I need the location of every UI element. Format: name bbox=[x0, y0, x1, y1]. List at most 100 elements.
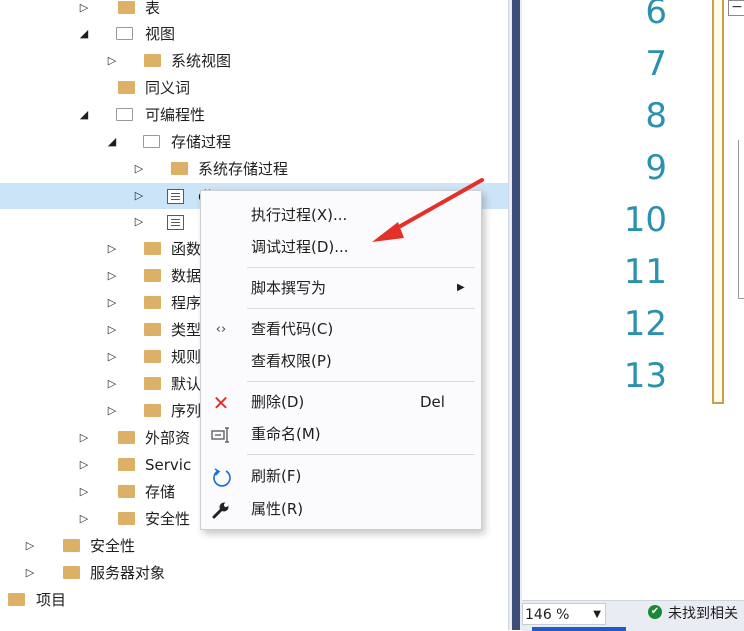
zoom-dropdown[interactable]: 146 % ▼ bbox=[522, 603, 606, 625]
tree-item-label: 视图 bbox=[145, 25, 176, 43]
tree-item-views[interactable]: ◢ 视图 bbox=[0, 21, 508, 47]
procedure-icon bbox=[167, 189, 184, 204]
expand-arrow-icon[interactable]: ▷ bbox=[78, 506, 90, 532]
expand-arrow-icon[interactable]: ▷ bbox=[78, 425, 90, 451]
folder-icon bbox=[118, 458, 135, 471]
collapse-arrow-icon[interactable]: ◢ bbox=[106, 129, 118, 155]
expand-arrow-icon[interactable]: ▷ bbox=[106, 236, 118, 262]
tree-item-system-stored-procedures[interactable]: ▷ 系统存储过程 bbox=[0, 156, 508, 182]
expand-arrow-icon[interactable]: ▷ bbox=[106, 290, 118, 316]
expand-arrow-icon[interactable]: ▷ bbox=[24, 533, 36, 559]
tree-item-stored-procedures[interactable]: ◢ 存储过程 bbox=[0, 129, 508, 155]
menu-item-execute-procedure[interactable]: 执行过程(X)... bbox=[201, 200, 481, 230]
expand-arrow-icon[interactable]: ▷ bbox=[133, 209, 145, 235]
tree-item-server-objects[interactable]: ▷ 服务器对象 bbox=[0, 560, 508, 586]
procedure-icon bbox=[167, 215, 184, 230]
folder-icon bbox=[144, 350, 161, 363]
menu-item-debug-procedure[interactable]: 调试过程(D)... bbox=[201, 232, 481, 262]
menu-separator bbox=[247, 454, 475, 455]
tree-item-programmability[interactable]: ◢ 可编程性 bbox=[0, 102, 508, 128]
menu-item-label: 刷新(F) bbox=[251, 467, 302, 485]
tree-item-synonyms[interactable]: 同义词 bbox=[0, 75, 508, 101]
tree-item-label: 项目 bbox=[36, 591, 67, 609]
tree-item-label: 规则 bbox=[171, 348, 202, 366]
expand-arrow-icon[interactable]: ▷ bbox=[106, 48, 118, 74]
tree-item-label: 默认 bbox=[171, 375, 202, 393]
line-number: 9 bbox=[645, 148, 667, 188]
tree-item-label: 类型 bbox=[171, 321, 202, 339]
tree-item-label: 可编程性 bbox=[145, 106, 206, 124]
tree-item-label: 存储 bbox=[145, 483, 176, 501]
tree-item-server-security[interactable]: ▷ 安全性 bbox=[0, 533, 508, 559]
menu-separator bbox=[247, 267, 475, 268]
menu-item-label: 脚本撰写为 bbox=[251, 279, 327, 297]
folder-open-icon bbox=[116, 27, 133, 40]
menu-item-shortcut: Del bbox=[420, 393, 445, 411]
delete-x-icon: ✕ bbox=[212, 391, 230, 415]
folder-icon bbox=[144, 269, 161, 282]
menu-item-label: 调试过程(D)... bbox=[251, 238, 349, 256]
tree-item-label: 同义词 bbox=[145, 79, 191, 97]
change-margin bbox=[712, 0, 724, 404]
menu-separator bbox=[247, 308, 475, 309]
folder-icon bbox=[8, 593, 25, 606]
tree-item-label: 数据 bbox=[171, 267, 202, 285]
refresh-icon bbox=[211, 467, 231, 487]
folder-icon bbox=[118, 431, 135, 444]
menu-item-label: 执行过程(X)... bbox=[251, 206, 348, 224]
menu-item-delete[interactable]: ✕ 删除(D) Del bbox=[201, 387, 481, 417]
context-menu: 执行过程(X)... 调试过程(D)... 脚本撰写为 ▶ ‹› 查看代码(C)… bbox=[200, 190, 482, 530]
tree-item-projects[interactable]: 项目 bbox=[0, 587, 508, 613]
line-number: 8 bbox=[645, 96, 667, 136]
tree-item-label: 程序 bbox=[171, 294, 202, 312]
expand-arrow-icon[interactable]: ▷ bbox=[24, 560, 36, 586]
expand-arrow-icon[interactable]: ▷ bbox=[106, 263, 118, 289]
expand-arrow-icon[interactable]: ▷ bbox=[133, 183, 145, 209]
code-editor[interactable]: 6 7 8 9 10 11 12 13 − bbox=[522, 0, 744, 600]
tree-item-label: 服务器对象 bbox=[90, 564, 166, 582]
zoom-underline bbox=[532, 627, 626, 631]
chevron-down-icon[interactable]: ▼ bbox=[593, 604, 601, 626]
folder-icon bbox=[63, 539, 80, 552]
collapse-arrow-icon[interactable]: ◢ bbox=[78, 21, 90, 47]
menu-separator bbox=[247, 381, 475, 382]
expand-arrow-icon[interactable]: ▷ bbox=[133, 156, 145, 182]
tree-item-system-views[interactable]: ▷ 系统视图 bbox=[0, 48, 508, 74]
folder-icon bbox=[118, 485, 135, 498]
expand-arrow-icon[interactable]: ▷ bbox=[106, 317, 118, 343]
wrench-icon bbox=[211, 500, 231, 520]
menu-item-view-permissions[interactable]: 查看权限(P) bbox=[201, 346, 481, 376]
tree-item-label: 安全性 bbox=[145, 510, 191, 528]
menu-item-view-code[interactable]: ‹› 查看代码(C) bbox=[201, 314, 481, 344]
tree-item-label: 表 bbox=[145, 0, 161, 17]
folder-icon bbox=[118, 512, 135, 525]
expand-arrow-icon[interactable]: ▷ bbox=[78, 479, 90, 505]
menu-item-rename[interactable]: 重命名(M) bbox=[201, 419, 481, 449]
line-number: 10 bbox=[623, 200, 667, 240]
menu-item-properties[interactable]: 属性(R) bbox=[201, 494, 481, 524]
menu-item-label: 属性(R) bbox=[251, 500, 304, 518]
expand-arrow-icon[interactable]: ▷ bbox=[78, 0, 90, 21]
rename-icon bbox=[211, 425, 231, 445]
code-brackets-icon: ‹› bbox=[215, 322, 227, 337]
menu-item-script-as[interactable]: 脚本撰写为 ▶ bbox=[201, 273, 481, 303]
expand-arrow-icon[interactable]: ▷ bbox=[106, 398, 118, 424]
tree-item-label: 外部资 bbox=[145, 429, 191, 447]
folder-open-icon bbox=[116, 108, 133, 121]
expand-arrow-icon[interactable]: ▷ bbox=[106, 344, 118, 370]
expand-arrow-icon[interactable]: ▷ bbox=[106, 371, 118, 397]
submenu-arrow-icon: ▶ bbox=[457, 282, 465, 293]
folder-icon bbox=[118, 1, 135, 14]
collapse-arrow-icon[interactable]: ◢ bbox=[78, 102, 90, 128]
line-number: 13 bbox=[623, 356, 667, 396]
folder-icon bbox=[144, 323, 161, 336]
line-number: 12 bbox=[623, 304, 667, 344]
tree-item-tables[interactable]: ▷ 表 bbox=[0, 0, 508, 21]
expand-arrow-icon[interactable]: ▷ bbox=[78, 452, 90, 478]
tree-item-label: 存储过程 bbox=[171, 133, 232, 151]
collapse-region-icon[interactable]: − bbox=[728, 0, 744, 16]
menu-item-label: 删除(D) bbox=[251, 393, 305, 411]
vertical-scrollbar[interactable] bbox=[512, 0, 520, 630]
menu-item-refresh[interactable]: 刷新(F) bbox=[201, 461, 481, 491]
folder-icon bbox=[118, 81, 135, 94]
